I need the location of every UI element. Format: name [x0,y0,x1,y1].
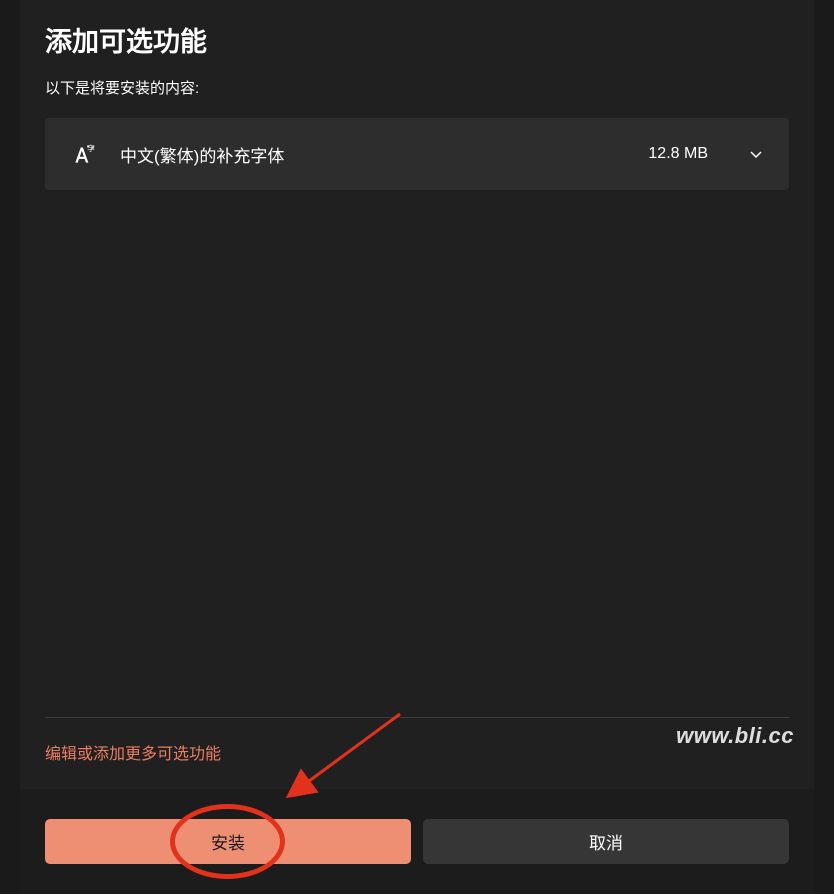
cancel-button[interactable]: 取消 [423,819,789,864]
install-button[interactable]: 安装 [45,819,411,864]
divider [45,717,789,718]
optional-features-dialog: 添加可选功能 以下是将要安装的内容: 字 中文(繁体)的补充字体 12.8 MB [20,0,814,894]
feature-size: 12.8 MB [648,145,708,163]
dialog-content: 添加可选功能 以下是将要安装的内容: 字 中文(繁体)的补充字体 12.8 MB [20,0,814,789]
dialog-subtitle: 以下是将要安装的内容: [45,77,789,98]
font-icon: 字 [70,140,98,168]
dialog-title: 添加可选功能 [45,20,789,59]
feature-name: 中文(繁体)的补充字体 [120,142,626,167]
feature-item[interactable]: 字 中文(繁体)的补充字体 12.8 MB [45,118,789,190]
chevron-down-icon[interactable] [748,146,764,162]
feature-list: 字 中文(繁体)的补充字体 12.8 MB [45,118,789,717]
watermark-text: www.bli.cc [676,723,794,749]
button-bar: 安装 取消 [20,789,814,894]
svg-text:字: 字 [87,143,95,153]
